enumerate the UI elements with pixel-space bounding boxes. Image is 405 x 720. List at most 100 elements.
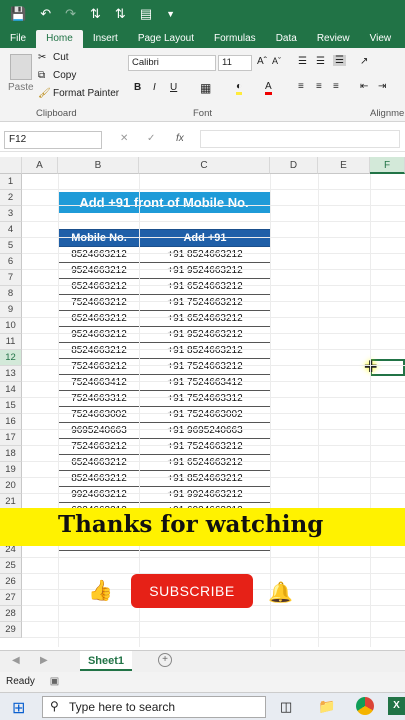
column-header-a[interactable]: A [22, 157, 58, 174]
decrease-indent-icon[interactable]: ⇤ [360, 81, 368, 92]
add91-cell[interactable]: +91 9924663212 [139, 486, 271, 503]
undo-icon[interactable]: ↶ [40, 6, 51, 22]
add91-cell[interactable]: +91 9524663212 [139, 262, 271, 279]
like-icon[interactable]: 👍 [88, 578, 120, 606]
mobile-cell[interactable]: 8524663212 [58, 470, 140, 487]
column-header-e[interactable]: E [318, 157, 370, 174]
insert-function-button[interactable]: fx [176, 133, 184, 144]
tab-view[interactable]: View [360, 30, 402, 48]
tab-insert[interactable]: Insert [83, 30, 128, 48]
column-header-f[interactable]: F [370, 157, 405, 174]
add91-cell[interactable]: +91 6524663212 [139, 310, 271, 327]
save-icon[interactable]: 💾 [10, 6, 26, 22]
fill-color-icon[interactable]: ◐ [236, 81, 243, 95]
row-header-19[interactable]: 19 [0, 462, 22, 478]
row-header-9[interactable]: 9 [0, 302, 22, 318]
column-header-c[interactable]: C [139, 157, 270, 174]
grow-font-icon[interactable]: Aˆ [257, 56, 267, 67]
cancel-icon[interactable]: ✕ [120, 133, 128, 144]
add91-cell[interactable]: +91 9695240663 [139, 422, 271, 439]
format-painter-icon[interactable]: 🖌 [38, 88, 51, 99]
chrome-icon[interactable] [356, 697, 374, 715]
mobile-cell[interactable]: 7524663312 [58, 390, 140, 407]
add91-cell[interactable]: +91 7524663212 [139, 438, 271, 455]
windows-start-icon[interactable]: ⊞ [12, 698, 25, 718]
bell-icon[interactable]: 🔔 [268, 580, 293, 605]
add91-cell[interactable]: +91 9524663212 [139, 326, 271, 343]
redo-icon[interactable]: ↷ [65, 6, 76, 22]
cut-button[interactable]: Cut [53, 52, 69, 63]
bold-button[interactable]: B [134, 82, 141, 93]
align-top-icon[interactable]: ☰ [298, 56, 307, 67]
form-icon[interactable]: ▤ [140, 6, 152, 22]
mobile-cell[interactable]: 7524663212 [58, 438, 140, 455]
row-header-12[interactable]: 12 [0, 350, 22, 366]
add91-cell[interactable]: +91 7524663212 [139, 294, 271, 311]
row-header-4[interactable]: 4 [0, 222, 22, 238]
row-header-1[interactable]: 1 [0, 174, 22, 190]
row-header-25[interactable]: 25 [0, 558, 22, 574]
taskbar-search-box[interactable]: Type here to search [42, 696, 266, 718]
row-header-16[interactable]: 16 [0, 414, 22, 430]
sort-icon[interactable]: ⇅ [90, 6, 101, 22]
macro-icon[interactable]: ▣ [50, 676, 59, 687]
italic-button[interactable]: I [153, 82, 156, 93]
tab-home[interactable]: Home [36, 30, 83, 48]
add91-cell[interactable]: +91 6524663212 [139, 278, 271, 295]
align-right-icon[interactable]: ≡ [333, 81, 339, 92]
tab-data[interactable]: Data [266, 30, 307, 48]
row-header-8[interactable]: 8 [0, 286, 22, 302]
formula-input[interactable] [200, 130, 400, 148]
row-header-18[interactable]: 18 [0, 446, 22, 462]
row-header-5[interactable]: 5 [0, 238, 22, 254]
row-header-13[interactable]: 13 [0, 366, 22, 382]
row-header-27[interactable]: 27 [0, 590, 22, 606]
copy-icon[interactable]: ⧉ [38, 70, 45, 81]
next-sheet-icon[interactable]: ▶ [40, 655, 48, 666]
increase-indent-icon[interactable]: ⇥ [378, 81, 386, 92]
align-middle-icon[interactable]: ☰ [316, 56, 325, 67]
add91-cell[interactable]: +91 7524663002 [139, 406, 271, 423]
subscribe-button[interactable]: SUBSCRIBE [131, 574, 253, 608]
align-center-icon[interactable]: ≡ [316, 81, 322, 92]
tab-file[interactable]: File [0, 30, 36, 48]
row-header-29[interactable]: 29 [0, 622, 22, 638]
mobile-cell[interactable]: 6524663212 [58, 310, 140, 327]
prev-sheet-icon[interactable]: ◀ [12, 655, 20, 666]
underline-button[interactable]: U [170, 82, 177, 93]
mobile-cell[interactable]: 8524663212 [58, 246, 140, 263]
mobile-cell[interactable]: 7524663212 [58, 294, 140, 311]
name-box[interactable]: F12 [4, 131, 102, 149]
add91-cell[interactable]: +91 8524663212 [139, 342, 271, 359]
cut-icon[interactable]: ✂ [38, 52, 46, 63]
mobile-cell[interactable]: 9524663212 [58, 262, 140, 279]
add91-cell[interactable]: +91 7524663212 [139, 358, 271, 375]
paste-icon[interactable] [10, 54, 32, 80]
row-header-6[interactable]: 6 [0, 254, 22, 270]
row-header-2[interactable]: 2 [0, 190, 22, 206]
column-header-b[interactable]: B [58, 157, 139, 174]
mobile-cell[interactable]: 7524663002 [58, 406, 140, 423]
row-header-28[interactable]: 28 [0, 606, 22, 622]
chevron-down-icon[interactable]: ▼ [166, 9, 175, 19]
mobile-cell[interactable]: 8524663212 [58, 342, 140, 359]
add91-cell[interactable]: +91 6524663212 [139, 454, 271, 471]
font-size-select[interactable]: 11 [218, 55, 252, 71]
row-header-10[interactable]: 10 [0, 318, 22, 334]
row-header-11[interactable]: 11 [0, 334, 22, 350]
excel-taskbar-icon[interactable]: X [388, 697, 405, 715]
enter-icon[interactable]: ✓ [147, 133, 155, 144]
row-header-26[interactable]: 26 [0, 574, 22, 590]
add91-cell[interactable]: +91 7524663412 [139, 374, 271, 391]
row-header-3[interactable]: 3 [0, 206, 22, 222]
select-all-corner[interactable] [0, 157, 22, 174]
row-header-15[interactable]: 15 [0, 398, 22, 414]
add91-cell[interactable]: +91 8524663212 [139, 470, 271, 487]
orientation-icon[interactable]: ↗ [360, 56, 368, 67]
sort-desc-icon[interactable]: ⇅ [115, 6, 126, 22]
sheet-tab-sheet1[interactable]: Sheet1 [80, 651, 132, 671]
borders-icon[interactable]: ▦ [200, 81, 211, 95]
add91-cell[interactable]: +91 8524663212 [139, 246, 271, 263]
font-color-icon[interactable]: A [265, 81, 272, 95]
align-left-icon[interactable]: ≡ [298, 81, 304, 92]
